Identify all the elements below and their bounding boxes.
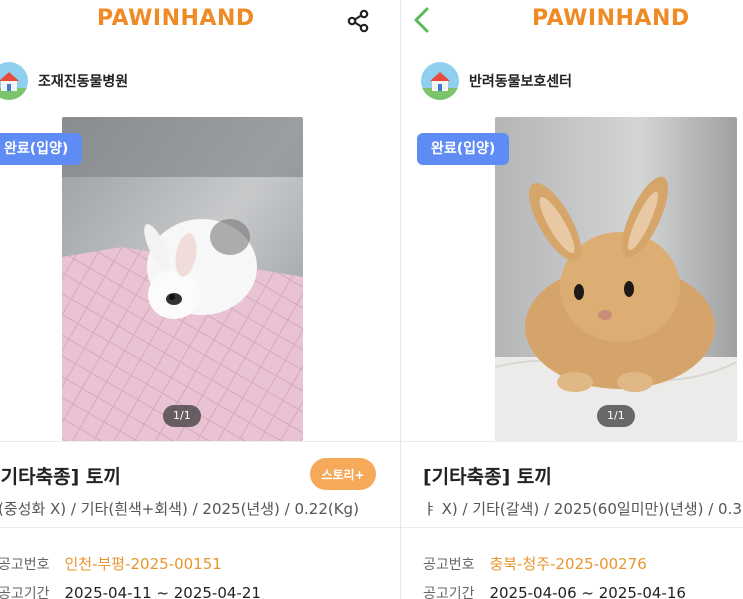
photo-counter: 1/1 <box>597 405 635 427</box>
story-button[interactable]: 스토리+ <box>310 458 376 490</box>
animal-title: [기타축종] 토끼 <box>423 466 552 488</box>
shelter-info[interactable]: 반려동물보호센터 <box>421 62 572 100</box>
notice-number-row: 공고번호 인천-부평-2025-00151 <box>0 553 222 574</box>
notice-number-value: 충북-청주-2025-00276 <box>489 555 647 573</box>
notice-period-value: 2025-04-11 ~ 2025-04-21 <box>64 584 261 599</box>
notice-period-label: 공고기간 <box>0 586 50 599</box>
brand-logo: PAWINHAND <box>97 6 255 31</box>
shelter-info[interactable]: 조재진동물병원 <box>0 62 128 100</box>
animal-details: (중성화 X) / 기타(흰색+회색) / 2025(년생) / 0.22(Kg… <box>0 500 359 518</box>
animal-details: ㅑ X) / 기타(갈색) / 2025(60일미만)(년생) / 0.3 <box>423 500 742 518</box>
notice-period-row: 공고기간 2025-04-06 ~ 2025-04-16 <box>423 583 686 599</box>
status-badge: 완료(입양) <box>0 133 83 165</box>
photo-counter: 1/1 <box>163 405 201 427</box>
divider <box>0 441 400 442</box>
animal-photo[interactable] <box>62 117 303 441</box>
divider <box>0 527 400 528</box>
left-panel: PAWINHAND 조재진동물병원 완료(입양) 1/1 [기타축종] 토끼 스… <box>0 0 400 599</box>
notice-period-label: 공고기간 <box>423 586 475 599</box>
notice-number-value: 인천-부평-2025-00151 <box>64 555 222 573</box>
house-icon <box>0 62 28 100</box>
animal-photo[interactable] <box>495 117 737 441</box>
shelter-name: 조재진동물병원 <box>38 74 129 90</box>
notice-number-label: 공고번호 <box>0 557 50 573</box>
notice-number-row: 공고번호 충북-청주-2025-00276 <box>423 553 647 574</box>
divider <box>401 527 743 528</box>
right-panel: PAWINHAND 반려동물보호센터 완료(입양) 1/1 [기타축종] 토끼 … <box>401 0 743 599</box>
notice-period-row: 공고기간 2025-04-11 ~ 2025-04-21 <box>0 583 261 599</box>
status-badge: 완료(입양) <box>417 133 510 165</box>
back-arrow-icon[interactable] <box>411 6 431 34</box>
house-icon <box>421 62 459 100</box>
animal-title: [기타축종] 토끼 <box>0 466 121 488</box>
notice-period-value: 2025-04-06 ~ 2025-04-16 <box>489 584 686 599</box>
shelter-name: 반려동물보호센터 <box>469 74 573 90</box>
notice-number-label: 공고번호 <box>423 557 475 573</box>
share-icon[interactable] <box>346 9 370 33</box>
brand-logo: PAWINHAND <box>532 6 690 31</box>
divider <box>401 441 743 442</box>
